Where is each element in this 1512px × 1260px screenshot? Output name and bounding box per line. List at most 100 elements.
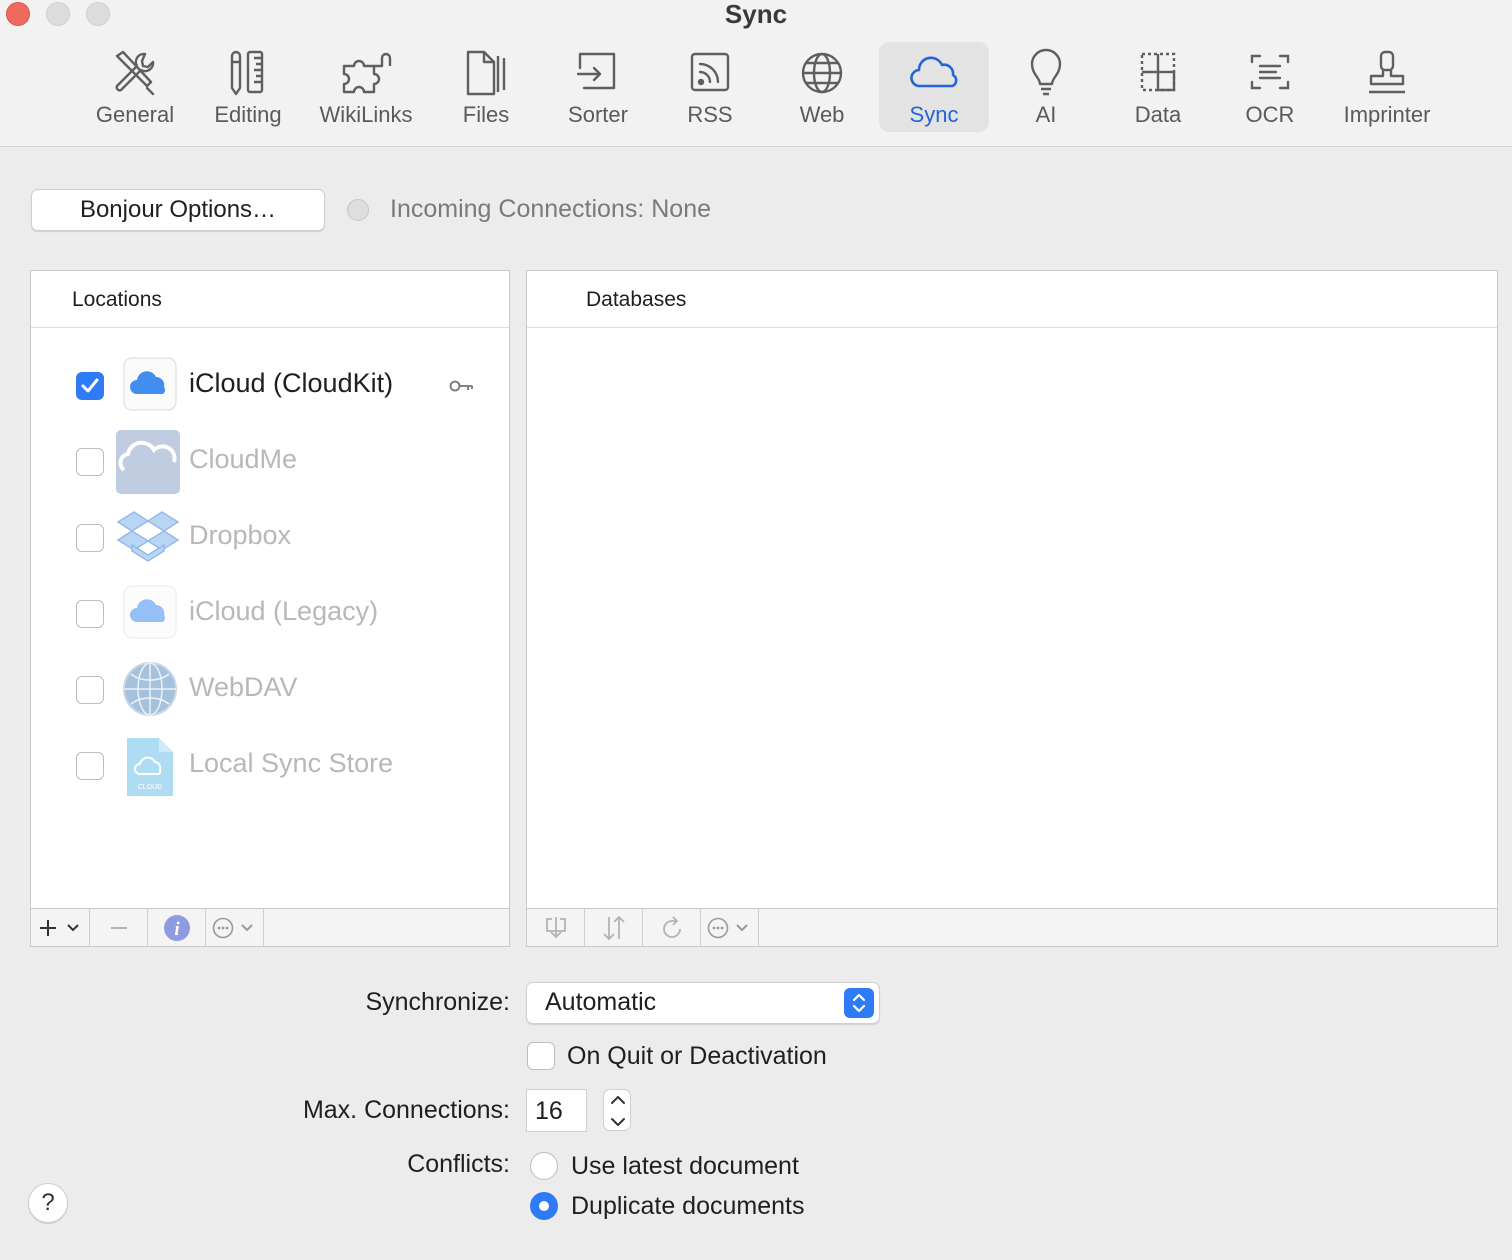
location-checkbox[interactable]	[76, 600, 104, 628]
popup-arrows-icon	[844, 988, 874, 1018]
location-info-button[interactable]: i	[148, 909, 206, 946]
location-checkbox[interactable]	[76, 372, 104, 400]
synchronize-value: Automatic	[545, 988, 657, 1016]
location-row-local-sync-store[interactable]: CLOUD Local Sync Store	[31, 728, 509, 804]
databases-panel: Databases	[526, 270, 1498, 910]
synchronize-popup[interactable]: Automatic	[526, 982, 880, 1024]
locations-header[interactable]: Locations	[31, 271, 509, 328]
synchronize-now-button[interactable]	[643, 909, 701, 946]
tab-label: Sorter	[568, 102, 628, 127]
location-name: Local Sync Store	[189, 748, 394, 778]
max-connections-field[interactable]: 16	[526, 1089, 587, 1132]
ellipsis-chevron-icon	[707, 917, 748, 939]
plus-chevron-icon	[40, 920, 79, 936]
tab-data[interactable]: Data	[1112, 42, 1204, 132]
window-title: Sync	[724, 0, 788, 29]
tab-wikilinks[interactable]: WikiLinks	[308, 42, 424, 132]
help-button[interactable]: ?	[28, 1183, 68, 1223]
tab-label: Sync	[909, 102, 959, 127]
location-name: iCloud (Legacy)	[189, 596, 379, 626]
svg-text:i: i	[174, 919, 180, 940]
local-icon-caption: CLOUD	[138, 784, 163, 791]
cloudme-icon	[116, 430, 180, 494]
local-sync-store-icon: CLOUD	[127, 738, 173, 796]
location-checkbox[interactable]	[76, 676, 104, 704]
tab-label: WikiLinks	[319, 102, 413, 127]
connection-status-indicator	[347, 199, 369, 221]
location-name: WebDAV	[189, 672, 298, 702]
up-down-arrows-icon	[603, 915, 625, 941]
location-row-dropbox[interactable]: Dropbox	[31, 500, 509, 576]
icloud-icon	[123, 357, 177, 411]
location-row-cloudme[interactable]: CloudMe	[31, 424, 509, 500]
add-location-menu-button[interactable]	[31, 909, 90, 946]
max-connections-label: Max. Connections:	[302, 1096, 510, 1124]
ocr-icon	[1250, 54, 1290, 90]
checkmark-icon	[81, 378, 99, 393]
tab-sync[interactable]: Sync	[879, 42, 989, 132]
tab-imprinter[interactable]: Imprinter	[1332, 42, 1442, 132]
synchronize-label: Synchronize:	[365, 988, 510, 1016]
minus-icon	[111, 927, 127, 929]
tab-web[interactable]: Web	[776, 42, 868, 132]
lightbulb-icon	[1030, 48, 1062, 96]
location-row-icloud-cloudkit[interactable]: iCloud (CloudKit)	[31, 348, 509, 424]
window-toolbar: Sync General Editing WikiLinks Files Sor…	[0, 0, 1512, 147]
bonjour-options-button[interactable]: Bonjour Options…	[31, 189, 325, 231]
rss-icon	[690, 52, 730, 92]
info-icon: i	[164, 915, 190, 941]
tab-general[interactable]: General	[86, 42, 184, 132]
files-icon	[466, 50, 506, 96]
max-connections-stepper[interactable]	[603, 1089, 631, 1131]
tab-label: RSS	[687, 102, 733, 127]
remove-location-button[interactable]	[90, 909, 148, 946]
tab-label: OCR	[1245, 102, 1295, 127]
tab-label: Web	[799, 102, 845, 127]
webdav-globe-icon	[123, 662, 177, 716]
tab-label: Editing	[214, 102, 282, 127]
tab-sorter[interactable]: Sorter	[552, 42, 644, 132]
location-checkbox[interactable]	[76, 448, 104, 476]
location-actions-menu-button[interactable]	[206, 909, 264, 946]
location-checkbox[interactable]	[76, 524, 104, 552]
incoming-connections-status: Incoming Connections: None	[390, 195, 712, 223]
dropbox-icon	[116, 511, 180, 562]
on-quit-checkbox[interactable]	[527, 1042, 555, 1070]
key-icon[interactable]	[449, 378, 475, 394]
duplicate-documents-label: Duplicate documents	[571, 1192, 805, 1220]
tab-label: Files	[462, 102, 510, 127]
location-name: Dropbox	[189, 520, 292, 550]
tab-files[interactable]: Files	[440, 42, 532, 132]
globe-icon	[801, 52, 843, 94]
duplicate-documents-radio[interactable]	[530, 1192, 558, 1220]
sorter-icon	[576, 52, 616, 90]
stamp-icon	[1369, 50, 1405, 94]
tab-ocr[interactable]: OCR	[1224, 42, 1316, 132]
ellipsis-chevron-icon	[212, 917, 253, 939]
location-checkbox[interactable]	[76, 752, 104, 780]
tools-icon	[115, 50, 155, 96]
database-actions-menu-button[interactable]	[701, 909, 759, 946]
tab-label: AI	[1035, 102, 1057, 127]
import-database-button[interactable]	[527, 909, 585, 946]
sync-direction-button[interactable]	[585, 909, 643, 946]
locations-bottom-bar: i	[30, 908, 510, 947]
tab-label: Imprinter	[1343, 102, 1431, 127]
tab-ai[interactable]: AI	[1000, 42, 1092, 132]
conflicts-label: Conflicts:	[407, 1150, 510, 1178]
databases-header[interactable]: Databases	[527, 271, 1497, 328]
tab-editing[interactable]: Editing	[200, 42, 296, 132]
on-quit-label: On Quit or Deactivation	[567, 1042, 827, 1070]
tab-label: Data	[1134, 102, 1182, 127]
puzzle-icon	[342, 52, 392, 94]
import-icon	[546, 917, 566, 939]
refresh-icon	[663, 916, 681, 938]
location-row-webdav[interactable]: WebDAV	[31, 652, 509, 728]
location-name: iCloud (CloudKit)	[189, 368, 394, 398]
location-name: CloudMe	[189, 444, 298, 474]
use-latest-document-radio[interactable]	[530, 1152, 558, 1180]
tab-label: General	[95, 102, 175, 127]
location-row-icloud-legacy[interactable]: iCloud (Legacy)	[31, 576, 509, 652]
tab-rss[interactable]: RSS	[664, 42, 756, 132]
data-icon	[1140, 52, 1176, 92]
